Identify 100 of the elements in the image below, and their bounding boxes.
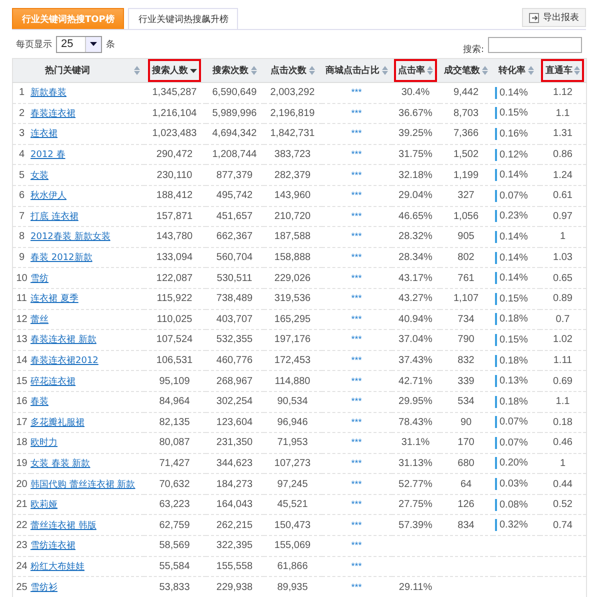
bar-marker [494, 436, 496, 449]
keyword-link[interactable]: 春装连衣裙 新款 [30, 335, 96, 346]
rank-number: 5 [12, 164, 30, 186]
keyword-link[interactable]: 连衣裙 夏季 [30, 294, 78, 304]
keyword-link[interactable]: 春装连衣裙 [30, 108, 76, 119]
table-cell: 262,215 [216, 520, 253, 531]
keyword-link[interactable]: 春装 [30, 397, 48, 408]
keyword-link[interactable]: 2012春装 新款女装 [30, 232, 110, 242]
table-cell: 28.34% [398, 252, 432, 264]
keyword-link[interactable]: 女装 [30, 170, 48, 181]
masked-link[interactable]: *** [351, 108, 362, 118]
table-cell: 790 [458, 334, 474, 346]
table-cell: 28.32% [398, 231, 432, 242]
bar-marker [494, 230, 496, 243]
keyword-link[interactable]: 雪纺 [30, 274, 48, 284]
masked-link[interactable]: *** [351, 416, 362, 427]
table-cell: 90,534 [277, 396, 308, 408]
masked-link[interactable]: *** [351, 478, 362, 489]
masked-link[interactable]: *** [351, 170, 362, 180]
table-cell: 110,025 [156, 314, 192, 325]
keyword-link[interactable]: 2012 春 [30, 150, 66, 160]
table-cell: 905 [458, 231, 474, 242]
export-button[interactable]: 导出报表 [522, 8, 586, 27]
masked-link[interactable]: *** [351, 231, 362, 242]
table-cell: 1,502 [453, 149, 479, 160]
table-cell: 834 [458, 520, 474, 531]
keyword-link[interactable]: 新款春装 [30, 88, 66, 98]
bar-marker [494, 210, 496, 222]
masked-link[interactable]: *** [351, 376, 362, 386]
search-field[interactable] [488, 37, 582, 53]
table-cell: 43.27% [398, 293, 432, 304]
masked-link[interactable]: *** [351, 396, 362, 406]
masked-link[interactable]: *** [351, 458, 362, 468]
table-cell: 96,946 [277, 416, 308, 428]
masked-link[interactable]: *** [351, 540, 362, 550]
keyword-link[interactable]: 雪纺连衣裙 [30, 541, 76, 552]
table-cell: 210,720 [274, 210, 311, 222]
table-cell: 58,569 [159, 540, 190, 552]
keyword-link[interactable]: 欧时力 [30, 438, 58, 448]
masked-link[interactable]: *** [351, 582, 362, 592]
table-cell: 734 [458, 314, 474, 325]
rank-number: 11 [12, 288, 30, 310]
rank-number: 1 [12, 82, 30, 104]
column-header[interactable]: 成交笔数 [440, 59, 492, 82]
keyword-link[interactable]: 连衣裙 [30, 129, 58, 140]
table-cell: 1,023,483 [152, 128, 197, 140]
table-cell: 63,223 [159, 499, 190, 510]
table-cell: 339 [458, 376, 474, 387]
masked-link[interactable]: *** [351, 210, 362, 221]
masked-link[interactable]: *** [351, 314, 362, 324]
table-cell: 1.11 [553, 355, 572, 366]
keyword-link[interactable]: 蕾丝连衣裙 韩版 [30, 520, 96, 531]
keyword-link[interactable]: 碎花连衣裙 [30, 376, 76, 387]
masked-link[interactable]: *** [351, 437, 362, 448]
masked-link[interactable]: *** [351, 499, 362, 510]
masked-link[interactable]: *** [351, 560, 362, 571]
keyword-link[interactable]: 女装 春装 新款 [30, 458, 90, 469]
table-cell: 30.4% [401, 87, 430, 98]
masked-link[interactable]: *** [351, 355, 362, 366]
table-cell: 114,880 [274, 376, 310, 387]
keyword-link[interactable]: 秋水伊人 [30, 191, 66, 202]
column-header[interactable]: 商城点击占比 [322, 59, 392, 82]
masked-link[interactable]: *** [351, 293, 362, 304]
masked-link[interactable]: *** [351, 334, 362, 344]
table-cell: 1 [560, 231, 566, 242]
table-cell: 319,536 [274, 293, 311, 304]
rank-number: 4 [12, 144, 30, 165]
keyword-link[interactable]: 蕾丝 [30, 314, 48, 325]
table-cell: 1.24 [553, 170, 572, 181]
table-cell: 107,273 [274, 458, 311, 469]
keyword-link[interactable]: 多花瓣礼服裙 [30, 418, 84, 428]
table-cell: 327 [458, 190, 474, 202]
table-cell: 0.15% [500, 334, 528, 346]
rank-number: 18 [12, 432, 30, 454]
keyword-link[interactable]: 春装 2012新款 [30, 253, 92, 264]
column-header[interactable]: 直通车 [541, 59, 584, 82]
table-cell: 61,866 [277, 560, 308, 572]
table-cell: 1.31 [553, 128, 572, 140]
table-cell: 231,350 [216, 437, 253, 448]
column-header[interactable]: 点击率 [394, 59, 437, 82]
keyword-link[interactable]: 欧莉娅 [30, 500, 58, 510]
table-cell: 0.7 [556, 314, 570, 325]
masked-link[interactable]: *** [351, 149, 362, 160]
masked-link[interactable]: *** [351, 272, 362, 283]
tab[interactable]: 行业关键词热搜飙升榜 [128, 8, 238, 29]
rank-number: 16 [12, 391, 30, 412]
keyword-link[interactable]: 春装连衣裙2012 [30, 356, 98, 366]
masked-link[interactable]: *** [351, 190, 362, 200]
keyword-link[interactable]: 韩国代购 蕾丝连衣裙 新款 [30, 480, 136, 490]
page-size-select[interactable]: 25 [56, 36, 102, 52]
column-header[interactable]: 搜索人数 [148, 59, 201, 82]
masked-link[interactable]: *** [351, 128, 362, 138]
table-cell: 0.52 [553, 499, 572, 510]
keyword-link[interactable]: 雪纺衫 [30, 582, 58, 593]
keyword-link[interactable]: 打底 连衣裙 [30, 212, 78, 222]
column-header[interactable]: 转化率 [494, 59, 538, 82]
masked-link[interactable]: *** [351, 87, 362, 98]
keyword-link[interactable]: 粉红大布娃娃 [30, 562, 84, 572]
masked-link[interactable]: *** [351, 252, 362, 262]
masked-link[interactable]: *** [351, 520, 362, 530]
